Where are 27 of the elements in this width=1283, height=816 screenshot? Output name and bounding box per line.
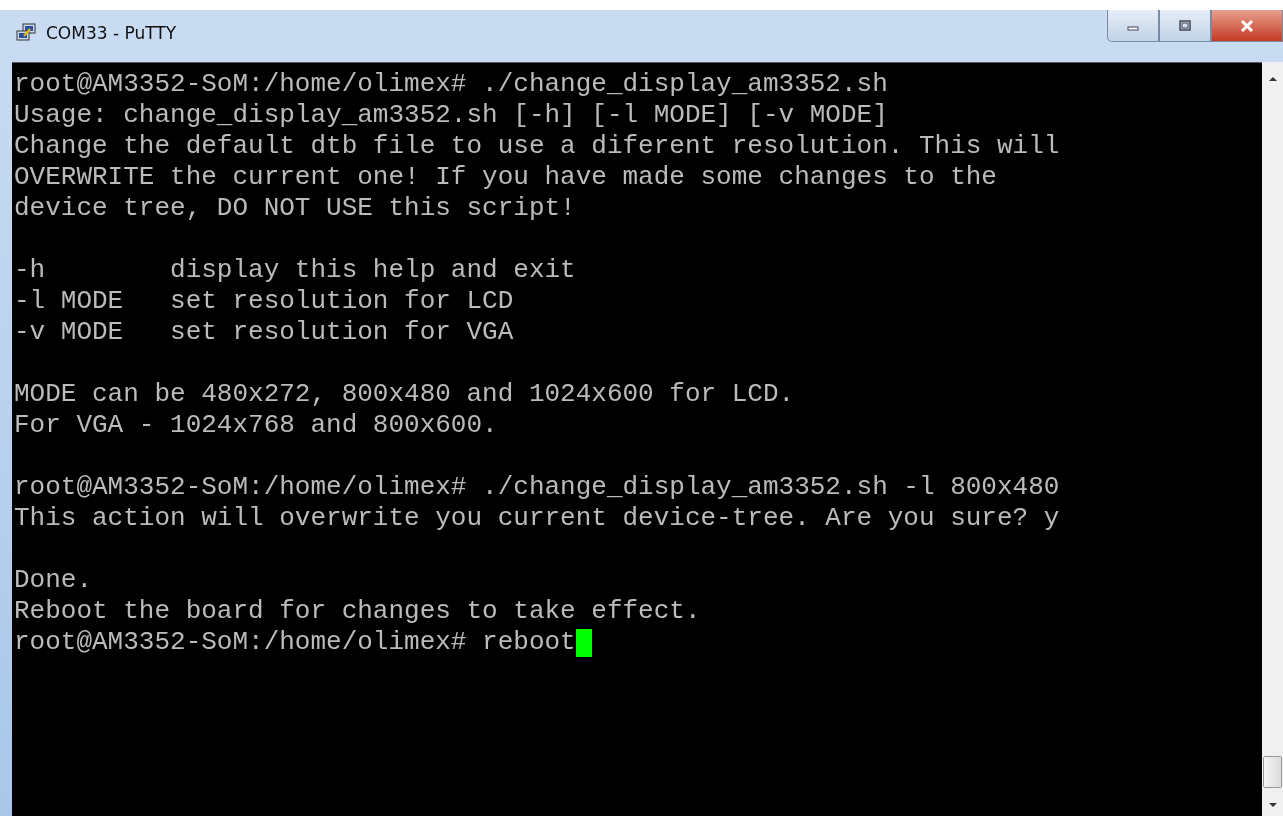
terminal-line: -v MODE set resolution for VGA bbox=[14, 317, 514, 348]
terminal-line: -l MODE set resolution for LCD bbox=[14, 286, 514, 317]
maximize-button[interactable] bbox=[1159, 10, 1211, 42]
terminal-line: Change the default dtb file to use a diferent resolution. This will bbox=[14, 131, 1060, 162]
terminal-line: root@AM3352-SoM:/home/olimex# ./change_display_am3352.sh bbox=[14, 69, 888, 100]
scroll-up-icon[interactable] bbox=[1267, 76, 1278, 82]
close-icon bbox=[1239, 18, 1255, 33]
terminal-line: root@AM3352-SoM:/home/olimex# ./change_display_am3352.sh -l 800x480 bbox=[14, 472, 1060, 503]
close-button[interactable] bbox=[1211, 10, 1283, 42]
window-title: COM33 - PuTTY bbox=[46, 22, 177, 44]
terminal-line: MODE can be 480x272, 800x480 and 1024x600 for LCD. bbox=[14, 379, 795, 410]
scrollbar[interactable] bbox=[1262, 62, 1283, 816]
text-cursor bbox=[575, 628, 592, 657]
terminal-line: Done. bbox=[14, 565, 92, 596]
minimize-button[interactable] bbox=[1107, 10, 1159, 42]
terminal-line: For VGA - 1024x768 and 800x600. bbox=[14, 410, 498, 441]
computer-icon bbox=[16, 23, 38, 43]
terminal-line: device tree, DO NOT USE this script! bbox=[14, 193, 576, 224]
terminal-line: This action will overwrite you current device-tree. Are you sure? y bbox=[14, 503, 1060, 534]
terminal-line: OVERWRITE the current one! If you have made some changes to the bbox=[14, 162, 997, 193]
terminal-line: Usage: change_display_am3352.sh [-h] [-l MODE] [-v MODE] bbox=[14, 100, 888, 131]
scrollbar-thumb[interactable] bbox=[1263, 756, 1282, 788]
terminal-line: Reboot the board for changes to take effect. bbox=[14, 596, 701, 627]
terminal-line: root@AM3352-SoM:/home/olimex# reboot bbox=[14, 627, 576, 658]
maximize-icon bbox=[1178, 19, 1192, 32]
scroll-down-icon[interactable] bbox=[1267, 802, 1278, 808]
terminal-line: -h display this help and exit bbox=[14, 255, 576, 286]
